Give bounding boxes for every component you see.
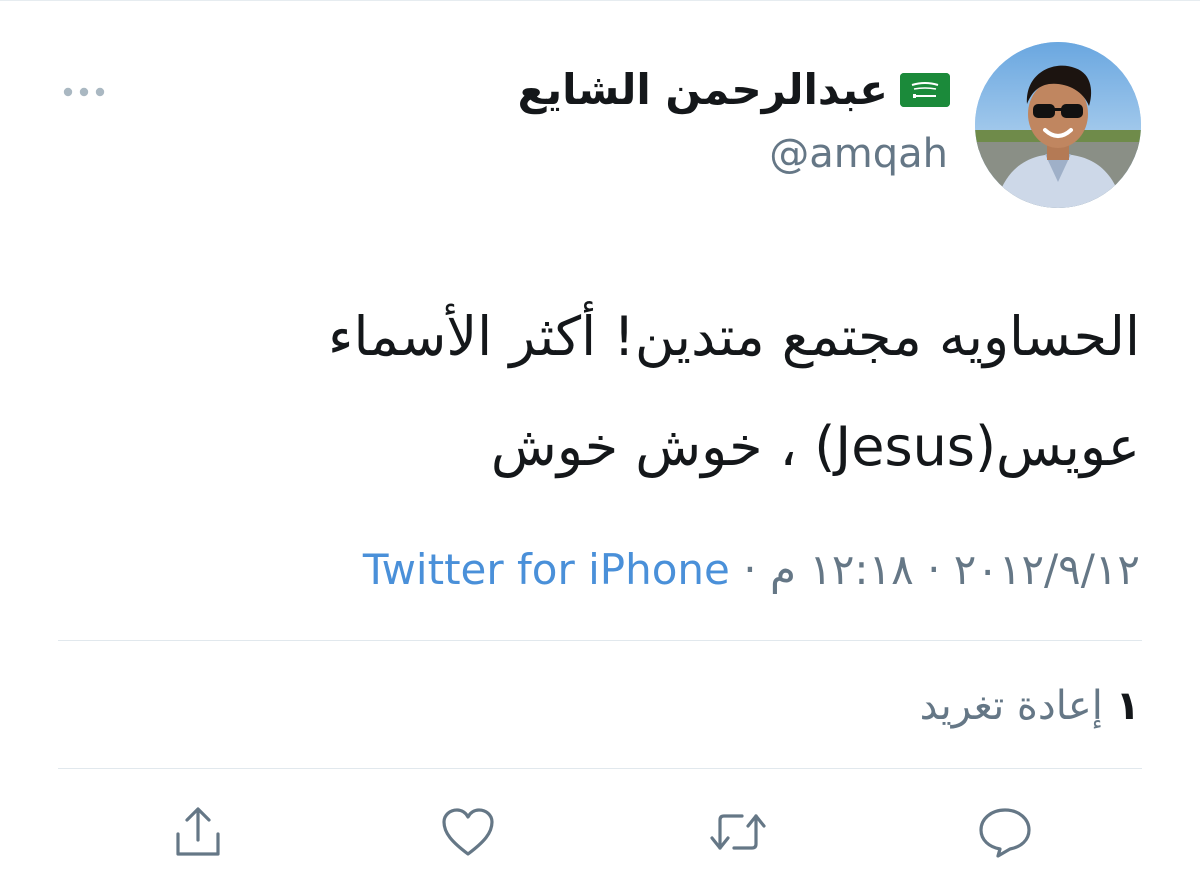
reply-icon — [979, 808, 1031, 858]
divider — [58, 640, 1142, 641]
retweet-button[interactable] — [706, 800, 770, 864]
meta-separator: · — [743, 545, 757, 594]
retweet-stat[interactable]: ١ إعادة تغريد — [920, 676, 1140, 736]
profile-photo — [975, 42, 1141, 208]
retweet-count: ١ — [1115, 683, 1140, 729]
author-handle[interactable]: @amqah — [769, 128, 948, 180]
tweet-meta: ٢٠١٢/٩/١٢ · ١٢:١٨ م · Twitter for iPhone — [363, 540, 1140, 600]
tweet-body: الحساويه مجتمع متدين! أكثر الأسماء عويس(… — [160, 282, 1140, 502]
author-name-row[interactable]: عبدالرحمن الشايع — [518, 62, 950, 118]
retweet-icon — [710, 814, 766, 850]
more-options-button[interactable] — [56, 76, 112, 108]
divider — [58, 768, 1142, 769]
like-button[interactable] — [436, 800, 500, 864]
heart-icon — [442, 808, 494, 856]
tweet-date: ٢٠١٢/٩/١٢ — [953, 545, 1140, 594]
tweet-source-link[interactable]: Twitter for iPhone — [363, 545, 730, 594]
retweet-label: إعادة تغريد — [919, 683, 1103, 729]
tweet-line-2: عويس(Jesus) ، خوش خوش — [490, 415, 1140, 478]
display-name[interactable]: عبدالرحمن الشايع — [518, 62, 888, 118]
meta-separator: · — [927, 545, 941, 594]
more-icon — [63, 87, 105, 97]
share-button[interactable] — [166, 800, 230, 864]
saudi-flag-icon — [900, 73, 950, 107]
top-divider — [0, 0, 1200, 1]
share-icon — [176, 807, 220, 856]
tweet-line-1: الحساويه مجتمع متدين! أكثر الأسماء — [328, 305, 1140, 368]
tweet-detail: عبدالرحمن الشايع @amqah الحساويه مجتمع م… — [0, 0, 1200, 888]
reply-button[interactable] — [973, 800, 1037, 864]
tweet-time: ١٢:١٨ م — [769, 545, 914, 594]
avatar[interactable] — [975, 42, 1141, 208]
